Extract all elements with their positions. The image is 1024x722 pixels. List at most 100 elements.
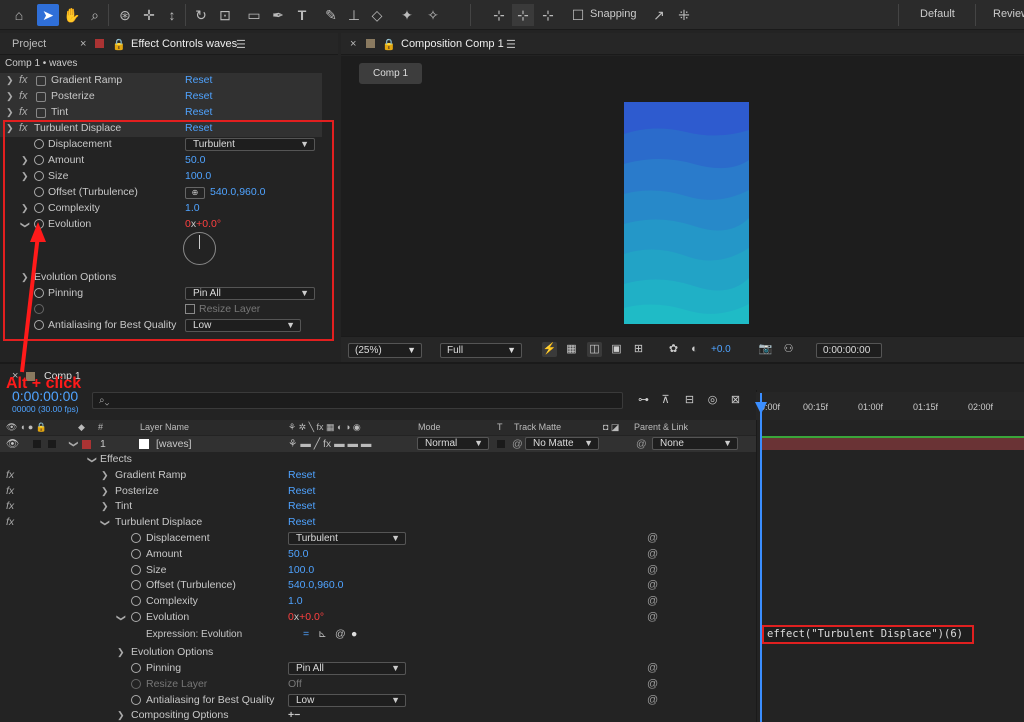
spiral-icon[interactable]: @ — [647, 578, 658, 594]
tl-evolution-value[interactable]: 0x+0.0° — [288, 610, 324, 626]
mask-visibility-icon[interactable]: ◫ — [587, 342, 602, 357]
rotate-tool-icon[interactable]: ↻ — [190, 4, 212, 26]
viewer-timecode[interactable]: 0:00:00:00 — [816, 343, 882, 358]
tl-complexity-value[interactable]: 1.0 — [288, 594, 303, 610]
chevron-down-icon[interactable]: ❯ — [84, 456, 100, 464]
stopwatch-icon[interactable] — [131, 549, 141, 559]
snapping-checkbox-icon[interactable]: ☐ — [567, 4, 589, 26]
visibility-icon[interactable]: 👁 ◖ ● 🔒 — [6, 420, 47, 435]
world-axis-icon[interactable]: ⊹ — [512, 4, 534, 26]
roto-brush-tool-icon[interactable]: ✦ — [396, 4, 418, 26]
chevron-right-icon[interactable]: ❯ — [101, 484, 109, 500]
effect-tint[interactable]: ❯ fx Tint Reset — [0, 105, 322, 121]
eye-icon[interactable]: 👁 — [6, 436, 19, 452]
time-ruler[interactable]: 0:00f 00:15f 01:00f 01:15f 02:00f — [756, 392, 1024, 420]
stopwatch-icon[interactable] — [131, 694, 141, 705]
expression-graph-icon[interactable]: ⊾ — [318, 627, 327, 643]
tl-displacement-dropdown[interactable]: Turbulent ▼ — [288, 532, 406, 545]
channels-icon[interactable]: ✿ — [666, 342, 681, 357]
tl-evolution-options[interactable]: ❯ Evolution Options — [0, 645, 756, 661]
spiral-icon[interactable]: @ — [647, 563, 658, 579]
fx-icon[interactable]: fx — [19, 73, 28, 89]
tab-project[interactable]: Project — [12, 38, 46, 50]
reset-link[interactable]: Reset — [185, 105, 212, 121]
expression-language-menu-icon[interactable]: ● — [351, 627, 357, 643]
expression-field[interactable]: effect("Turbulent Displace")(6) — [762, 625, 974, 644]
pick-whip-icon[interactable]: @ — [636, 436, 647, 452]
layer-color-icon[interactable] — [82, 440, 91, 449]
layer-row[interactable]: 👁 ❯ 1 [waves] ⚘ ▬ ╱ fx ▬ ▬ ▬ Normal ▼ @ N… — [0, 436, 756, 452]
zoom-tool-icon[interactable]: ⌕ — [84, 4, 106, 26]
transparency-grid-icon[interactable]: ▦ — [564, 342, 579, 357]
chevron-right-icon[interactable]: ❯ — [6, 73, 14, 89]
stopwatch-icon[interactable] — [131, 612, 141, 622]
fx-icon[interactable]: fx — [6, 468, 14, 484]
reset-link[interactable]: Reset — [288, 499, 315, 515]
chevron-right-icon[interactable]: ❯ — [117, 708, 125, 722]
spiral-icon[interactable]: @ — [647, 594, 658, 610]
guides-icon[interactable]: ⊞ — [631, 342, 646, 357]
tl-pinning-dropdown[interactable]: Pin All ▼ — [288, 662, 406, 675]
rectangle-tool-icon[interactable]: ▭ — [243, 4, 265, 26]
spiral-icon[interactable]: @ — [647, 661, 658, 677]
show-snapshot-icon[interactable]: ⚇ — [781, 342, 796, 357]
home-icon[interactable]: ⌂ — [8, 4, 30, 26]
solo-box[interactable] — [33, 440, 41, 448]
expression-pickwhip-icon[interactable]: @ — [335, 627, 346, 643]
graph-editor-icon[interactable]: ⊠ — [728, 393, 743, 408]
stopwatch-icon[interactable] — [131, 533, 141, 543]
layer-switches[interactable]: ⚘ ▬ ╱ fx ▬ ▬ ▬ — [288, 436, 371, 452]
effect-posterize[interactable]: ❯ fx Posterize Reset — [0, 89, 322, 105]
stopwatch-icon[interactable] — [131, 580, 141, 590]
tl-antialiasing-dropdown[interactable]: Low ▼ — [288, 693, 406, 707]
reset-link[interactable]: Reset — [185, 89, 212, 105]
orbit-camera-icon[interactable]: ⊛ — [114, 4, 136, 26]
stopwatch-icon[interactable] — [131, 564, 141, 575]
chevron-down-icon[interactable]: ❯ — [66, 440, 82, 448]
fx-icon[interactable]: fx — [6, 515, 14, 531]
exposure-value[interactable]: +0.0 — [711, 344, 731, 355]
selection-tool-icon[interactable]: ➤ — [37, 4, 59, 26]
resolution-dropdown[interactable]: Full ▼ — [440, 343, 522, 358]
composition-canvas[interactable] — [624, 102, 749, 324]
chevron-right-icon[interactable]: ❯ — [6, 105, 14, 121]
chevron-down-icon[interactable]: ❯ — [97, 519, 113, 527]
tl-compositing-options[interactable]: ❯ Compositing Options +− — [0, 708, 756, 722]
reset-link[interactable]: Reset — [288, 468, 315, 484]
tl-posterize[interactable]: fx ❯ Posterize Reset — [0, 484, 756, 500]
draft-3d-icon[interactable]: ⊼ — [658, 393, 673, 408]
workspace-review[interactable]: Review — [993, 8, 1024, 20]
close-tab-icon[interactable]: × — [80, 38, 86, 50]
pen-tool-icon[interactable]: ✒ — [267, 4, 289, 26]
pan-behind-tool-icon[interactable]: ⊡ — [214, 4, 236, 26]
chevron-down-icon[interactable]: ❯ — [113, 614, 129, 622]
zoom-dropdown[interactable]: (25%) ▼ — [348, 343, 422, 358]
spiral-icon[interactable]: @ — [647, 693, 658, 709]
tl-amount-value[interactable]: 50.0 — [288, 547, 308, 563]
spiral-icon[interactable]: @ — [647, 531, 658, 547]
snapshot-icon[interactable]: 📷 — [758, 342, 773, 357]
dolly-camera-icon[interactable]: ↕ — [161, 4, 183, 26]
comp-tab[interactable]: Comp 1 — [359, 63, 422, 84]
reset-link[interactable]: Reset — [185, 73, 212, 89]
fx-icon[interactable]: fx — [19, 89, 28, 105]
lock-icon[interactable]: 🔒 — [112, 38, 126, 51]
chevron-right-icon[interactable]: ❯ — [101, 499, 109, 515]
view-axis-icon[interactable]: ⊹ — [537, 4, 559, 26]
panel-menu-icon[interactable]: ☰ — [236, 38, 246, 51]
lock-box[interactable] — [48, 440, 56, 448]
lock-icon[interactable]: 🔒 — [382, 38, 396, 51]
motion-blur-icon[interactable]: ◎ — [705, 393, 720, 408]
type-tool-icon[interactable]: T — [291, 4, 313, 26]
spiral-icon[interactable]: @ — [647, 547, 658, 563]
shy-layers-icon[interactable]: ⊟ — [682, 393, 697, 408]
tl-offset-value[interactable]: 540.0,960.0 — [288, 578, 343, 594]
spiral-icon[interactable]: @ — [512, 436, 523, 452]
fx-icon[interactable]: fx — [6, 499, 14, 515]
layer-name[interactable]: [waves] — [156, 436, 192, 452]
layer-search-input[interactable]: ⌕⌄ — [92, 392, 623, 409]
tl-resize-layer-value[interactable]: Off — [288, 677, 302, 693]
tl-turbulent-displace[interactable]: fx ❯ Turbulent Displace Reset — [0, 515, 756, 531]
stopwatch-icon[interactable] — [131, 596, 141, 606]
spiral-icon[interactable]: @ — [647, 610, 658, 626]
